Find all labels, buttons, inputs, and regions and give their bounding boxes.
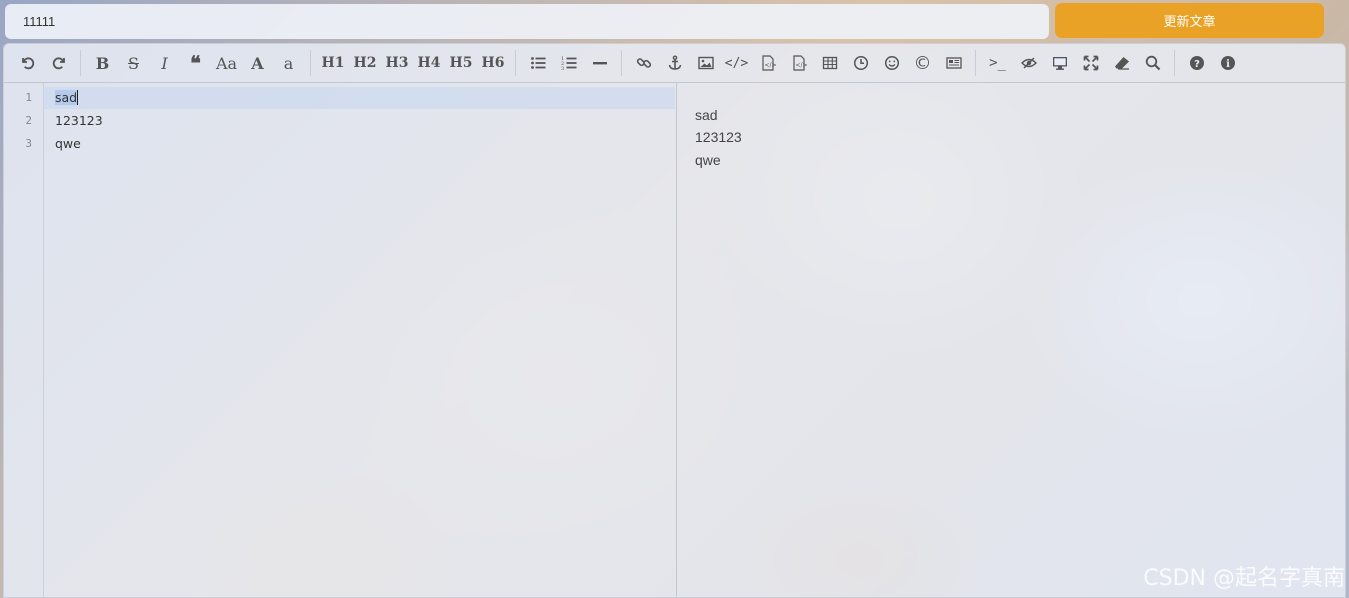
goto-line-terminal-icon[interactable]: >_ xyxy=(985,48,1011,78)
html-entities-copyright-icon[interactable]: © xyxy=(910,48,936,78)
svg-text:i: i xyxy=(1226,59,1230,70)
lowercase-button[interactable]: a xyxy=(276,48,302,78)
datetime-clock-icon[interactable] xyxy=(848,48,874,78)
preformatted-text-icon[interactable]: </> xyxy=(786,48,812,78)
heading-2-button[interactable]: H2 xyxy=(352,48,379,78)
toolbar-separator xyxy=(621,50,622,76)
active-line-highlight xyxy=(43,87,675,109)
toolbar-separator xyxy=(1174,50,1175,76)
table-icon[interactable] xyxy=(817,48,843,78)
toolbar-separator xyxy=(515,50,516,76)
heading-1-button[interactable]: H1 xyxy=(320,48,347,78)
svg-text:3: 3 xyxy=(561,66,564,71)
code-line[interactable]: qwe xyxy=(55,136,81,151)
preview-desktop-icon[interactable] xyxy=(1047,48,1073,78)
watch-eye-slash-icon[interactable] xyxy=(1016,48,1042,78)
line-number: 2 xyxy=(25,114,32,127)
svg-text:?: ? xyxy=(1194,59,1200,70)
heading-4-button[interactable]: H4 xyxy=(416,48,443,78)
preview-paragraph: sad xyxy=(695,107,718,123)
clear-eraser-icon[interactable] xyxy=(1109,48,1135,78)
preview-paragraph: 123123 xyxy=(695,129,742,145)
horizontal-rule-icon[interactable] xyxy=(587,48,613,78)
html-preview-pane: sad 123123 qwe xyxy=(677,83,1345,597)
uppercase-button[interactable]: A xyxy=(245,48,271,78)
line-number-gutter: 1 2 3 xyxy=(4,83,44,597)
help-question-icon[interactable]: ? xyxy=(1184,48,1210,78)
italic-button[interactable]: I xyxy=(152,48,178,78)
article-title-input[interactable]: 11111 xyxy=(5,4,1049,39)
markdown-source-pane[interactable]: 1 2 3 sad 123123 qwe xyxy=(4,83,677,597)
image-icon[interactable] xyxy=(693,48,719,78)
text-cursor xyxy=(77,90,79,105)
redo-icon[interactable] xyxy=(46,48,72,78)
heading-3-button[interactable]: H3 xyxy=(384,48,411,78)
undo-icon[interactable] xyxy=(15,48,41,78)
pagebreak-newspaper-icon[interactable] xyxy=(941,48,967,78)
selected-text: sad xyxy=(55,90,78,105)
code-line[interactable]: 123123 xyxy=(55,113,103,128)
info-icon[interactable]: i xyxy=(1215,48,1241,78)
preview-paragraph: qwe xyxy=(695,152,721,168)
unordered-list-icon[interactable] xyxy=(525,48,551,78)
ordered-list-icon[interactable]: 123 xyxy=(556,48,582,78)
bold-button[interactable]: B xyxy=(90,48,116,78)
line-number: 3 xyxy=(25,137,32,150)
code-block-icon[interactable]: </> xyxy=(755,48,781,78)
strikethrough-button[interactable]: S xyxy=(121,48,147,78)
markdown-editor: B S I ❝ Aa A a H1 H2 H3 H4 H5 H6 123 </>… xyxy=(3,43,1346,598)
code-line[interactable]: sad xyxy=(55,90,79,105)
svg-text:</>: </> xyxy=(764,62,776,69)
fullscreen-expand-icon[interactable] xyxy=(1078,48,1104,78)
capitalize-button[interactable]: Aa xyxy=(214,48,240,78)
code-icon[interactable]: </> xyxy=(724,48,750,78)
toolbar-separator xyxy=(310,50,311,76)
quote-icon[interactable]: ❝ xyxy=(183,48,209,78)
svg-text:</>: </> xyxy=(795,62,807,69)
editor-toolbar: B S I ❝ Aa A a H1 H2 H3 H4 H5 H6 123 </>… xyxy=(4,44,1345,83)
toolbar-separator xyxy=(975,50,976,76)
anchor-icon[interactable] xyxy=(662,48,688,78)
line-number: 1 xyxy=(25,91,32,104)
heading-6-button[interactable]: H6 xyxy=(480,48,507,78)
search-icon[interactable] xyxy=(1140,48,1166,78)
emoji-icon[interactable] xyxy=(879,48,905,78)
watermark: CSDN @起名字真南 xyxy=(1143,566,1345,591)
heading-5-button[interactable]: H5 xyxy=(448,48,475,78)
update-article-button[interactable]: 更新文章 xyxy=(1055,3,1324,38)
toolbar-separator xyxy=(80,50,81,76)
link-icon[interactable] xyxy=(631,48,657,78)
